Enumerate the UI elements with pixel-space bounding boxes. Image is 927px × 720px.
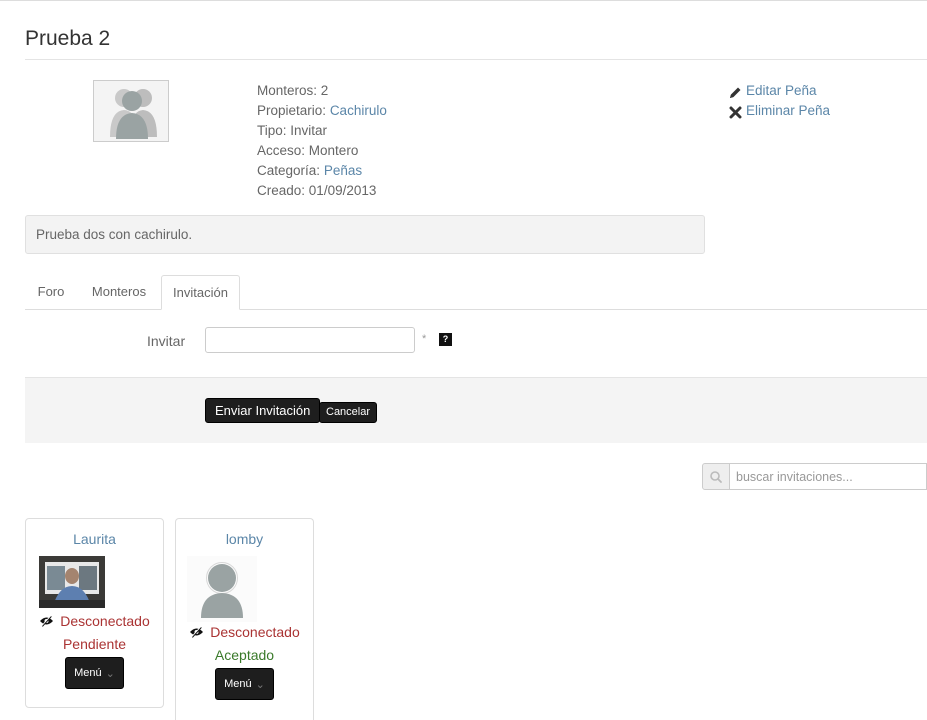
edit-group-link[interactable]: Editar Peña (729, 81, 830, 101)
monteros-row: Monteros: 2 (257, 81, 387, 101)
invitation-state: Pendiente (62, 636, 127, 652)
tab-monteros[interactable]: Monteros (81, 275, 157, 309)
eye-slash-icon (40, 615, 54, 627)
created-label: Creado: (257, 183, 306, 198)
owner-link[interactable]: Cachirulo (330, 103, 387, 118)
chevron-down-icon: ⌄ (255, 678, 265, 691)
menu-button[interactable]: Menú ⌄ (65, 657, 124, 689)
monteros-label: Monteros: (257, 83, 318, 98)
invitation-state: Aceptado (214, 647, 275, 663)
search-icon[interactable] (702, 463, 730, 490)
search-box (702, 463, 927, 490)
group-actions: Editar Peña Eliminar Peña (729, 81, 830, 121)
created-value: 01/09/2013 (308, 183, 377, 198)
group-description: Prueba dos con cachirulo. (25, 215, 705, 254)
close-icon (729, 105, 742, 118)
delete-group-label: Eliminar Peña (746, 103, 831, 118)
page: Prueba 2 Monteros: 2 Propietario: Cachir… (0, 0, 927, 720)
menu-button[interactable]: Menú ⌄ (215, 668, 274, 700)
invitation-card: Laurita Desconectado Pendiente Menú ⌄ (25, 518, 164, 708)
access-row: Acceso: Montero (257, 141, 387, 161)
invitation-user-link[interactable]: lomby (176, 531, 313, 547)
eye-slash-icon (190, 626, 204, 638)
created-row: Creado: 01/09/2013 (257, 181, 387, 201)
owner-row: Propietario: Cachirulo (257, 101, 387, 121)
category-link[interactable]: Peñas (324, 163, 362, 178)
pencil-icon (729, 85, 742, 98)
cancel-button[interactable]: Cancelar (319, 402, 378, 423)
delete-group-link[interactable]: Eliminar Peña (729, 101, 830, 121)
form-actions (25, 377, 927, 443)
owner-label: Propietario: (257, 103, 327, 118)
monteros-value: 2 (320, 83, 329, 98)
connection-status-text: Desconectado (210, 624, 300, 640)
category-label: Categoría: (257, 163, 321, 178)
access-label: Acceso: (257, 143, 306, 158)
default-avatar-icon (187, 556, 257, 622)
menu-button-label: Menú (224, 678, 252, 690)
chevron-down-icon: ⌄ (105, 667, 115, 680)
tab-foro[interactable]: Foro (25, 275, 77, 309)
type-value: Invitar (290, 123, 328, 138)
invite-label: Invitar (147, 333, 186, 349)
group-avatar-icon (93, 80, 169, 142)
type-label: Tipo: (257, 123, 287, 138)
send-invitation-button[interactable]: Enviar Invitación (205, 398, 321, 423)
type-row: Tipo: Invitar (257, 121, 387, 141)
invite-input[interactable] (205, 327, 415, 353)
menu-button-label: Menú (74, 667, 102, 679)
edit-group-label: Editar Peña (746, 83, 817, 98)
tabs: Foro Monteros Invitación (25, 275, 927, 310)
tab-invitacion[interactable]: Invitación (161, 275, 240, 310)
invitation-user-link[interactable]: Laurita (26, 531, 163, 547)
category-row: Categoría: Peñas (257, 161, 387, 181)
page-title: Prueba 2 (25, 27, 111, 50)
connection-status: Desconectado (176, 624, 313, 640)
connection-status-text: Desconectado (60, 613, 150, 629)
access-value: Montero (308, 143, 359, 158)
user-photo (39, 556, 105, 608)
search-input[interactable] (730, 463, 927, 490)
divider (25, 59, 927, 60)
connection-status: Desconectado (26, 613, 163, 629)
required-icon: * (422, 333, 427, 345)
group-info: Monteros: 2 Propietario: Cachirulo Tipo:… (257, 81, 387, 201)
invitation-card: lomby Desconectado Aceptado Menú ⌄ (175, 518, 314, 720)
help-icon[interactable]: ? (439, 333, 452, 346)
